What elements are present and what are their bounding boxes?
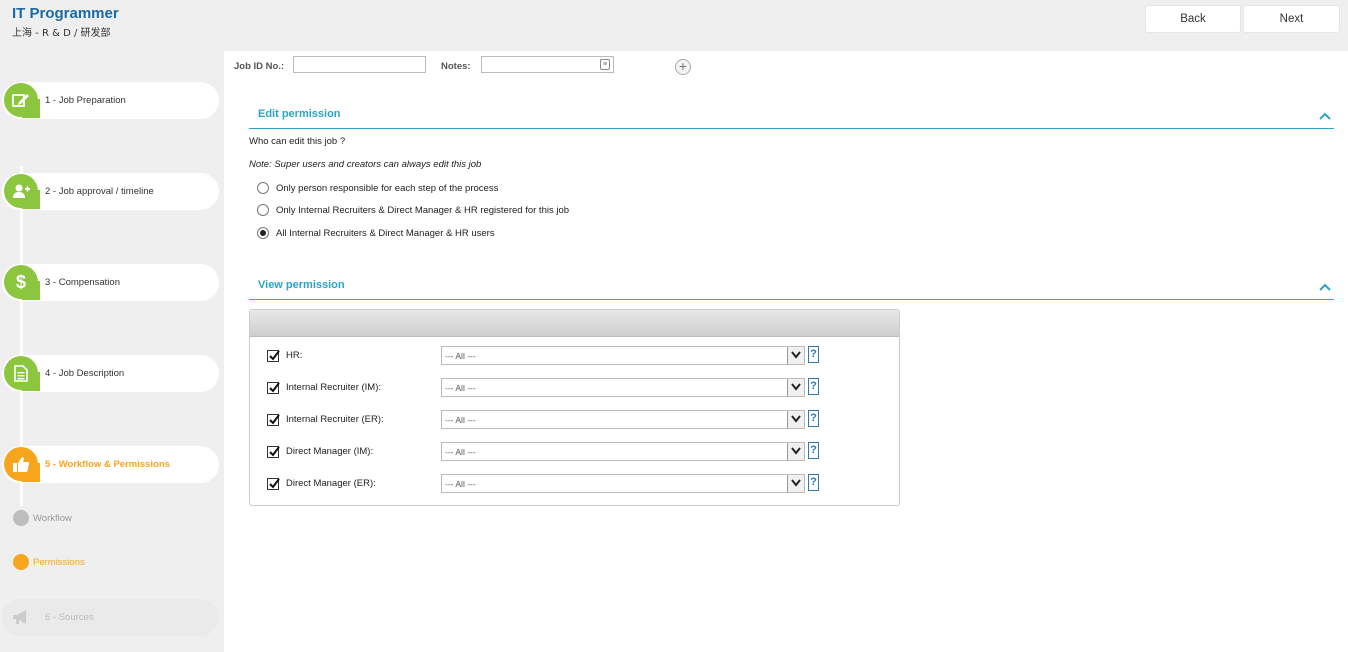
add-icon[interactable]: + [675,59,691,75]
checkbox-checked[interactable] [267,478,280,490]
job-id-label: Job ID No.: [234,61,285,72]
step-label: 2 - Job approval / timeline [45,186,154,197]
perm-label: Direct Manager (IM): [286,446,374,457]
help-icon[interactable]: ? [808,346,819,363]
dollar-icon: $ [4,265,38,299]
radio-button[interactable] [257,182,269,194]
perm-row-internal-recruiter-im: Internal Recruiter (IM): --- All --- ? [250,378,899,398]
checkbox-checked[interactable] [267,446,280,458]
chevron-down-icon[interactable] [787,443,804,460]
chevron-down-icon[interactable] [787,411,804,428]
edit-icon [4,83,38,117]
step-job-approval[interactable]: 2 - Job approval / timeline [2,173,219,210]
chevron-down-icon[interactable] [787,379,804,396]
step-label: 1 - Job Preparation [45,95,126,106]
help-icon[interactable]: ? [808,474,819,491]
perm-row-direct-manager-er: Direct Manager (ER): --- All --- ? [250,474,899,494]
radio-label: Only person responsible for each step of… [276,182,499,194]
perm-row-direct-manager-im: Direct Manager (IM): --- All --- ? [250,442,899,462]
help-icon[interactable]: ? [808,378,819,395]
job-subtitle: 上海 - R & D / 研发部 [12,28,111,39]
perm-select[interactable]: --- All --- [441,346,805,365]
step-job-description[interactable]: 4 - Job Description [2,355,219,392]
radio-option-all-users[interactable]: All Internal Recruiters & Direct Manager… [257,226,495,240]
perm-label: Internal Recruiter (IM): [286,382,382,393]
step-compensation[interactable]: $ 3 - Compensation [2,264,219,301]
perm-label: HR: [286,350,303,361]
thumbs-up-icon [4,447,38,481]
status-dot [13,510,29,526]
select-value: --- All --- [445,447,476,457]
radio-button[interactable] [257,204,269,216]
notes-label: Notes: [441,61,471,72]
notes-icon[interactable]: ≡ [600,59,610,70]
status-dot [13,554,29,570]
perm-select[interactable]: --- All --- [441,378,805,397]
step-label: 3 - Compensation [45,277,120,288]
radio-label: All Internal Recruiters & Direct Manager… [276,227,495,239]
job-title: IT Programmer [12,5,119,22]
perm-row-internal-recruiter-er: Internal Recruiter (ER): --- All --- ? [250,410,899,430]
chevron-down-icon[interactable] [787,475,804,492]
help-icon[interactable]: ? [808,410,819,427]
perm-select[interactable]: --- All --- [441,442,805,461]
select-value: --- All --- [445,383,476,393]
add-user-icon [4,174,38,208]
radio-label: Only Internal Recruiters & Direct Manage… [276,204,570,216]
back-button[interactable]: Back [1145,5,1241,33]
panel-header [250,310,899,337]
section-title: Edit permission [258,108,341,120]
perm-row-hr: HR: --- All --- ? [250,346,899,366]
document-icon [4,356,38,390]
edit-note: Note: Super users and creators can alway… [249,159,482,170]
edit-question: Who can edit this job ? [249,136,346,147]
radio-option-registered[interactable]: Only Internal Recruiters & Direct Manage… [257,203,569,217]
chevron-down-icon[interactable] [787,347,804,364]
substep-label: Workflow [33,512,72,524]
view-permission-panel: HR: --- All --- ? Internal Recruiter (IM… [249,309,900,506]
checkbox-checked[interactable] [267,414,280,426]
job-id-input[interactable] [293,56,426,73]
radio-button-selected[interactable] [257,227,269,239]
select-value: --- All --- [445,479,476,489]
step-job-preparation[interactable]: 1 - Job Preparation [2,82,219,119]
step-label: 6 - Sources [45,612,94,623]
perm-label: Direct Manager (ER): [286,478,376,489]
chevron-up-icon[interactable] [1319,282,1331,292]
radio-option-responsible[interactable]: Only person responsible for each step of… [257,181,498,195]
section-title: View permission [258,279,345,291]
step-label: 4 - Job Description [45,368,125,379]
step-workflow-permissions[interactable]: 5 - Workflow & Permissions [2,446,219,483]
perm-label: Internal Recruiter (ER): [286,414,384,425]
view-permission-header[interactable]: View permission [249,278,1334,300]
perm-select[interactable]: --- All --- [441,474,805,493]
substep-label: Permissions [33,556,85,568]
notes-input[interactable]: ≡ [481,56,614,73]
edit-permission-header[interactable]: Edit permission [249,107,1334,129]
top-bar: IT Programmer 上海 - R & D / 研发部 Back Next [0,0,1348,51]
step-sources: 6 - Sources [2,599,219,636]
help-icon[interactable]: ? [808,442,819,459]
chevron-up-icon[interactable] [1319,111,1331,121]
substep-permissions[interactable]: Permissions [13,554,85,570]
select-value: --- All --- [445,415,476,425]
wizard-sidebar: 1 - Job Preparation 2 - Job approval / t… [0,51,224,652]
next-button[interactable]: Next [1243,5,1340,33]
checkbox-checked[interactable] [267,382,280,394]
checkbox-checked[interactable] [267,350,280,362]
step-label: 5 - Workflow & Permissions [45,459,170,470]
substep-workflow[interactable]: Workflow [13,510,72,526]
perm-select[interactable]: --- All --- [441,410,805,429]
megaphone-icon [4,600,38,634]
select-value: --- All --- [445,351,476,361]
